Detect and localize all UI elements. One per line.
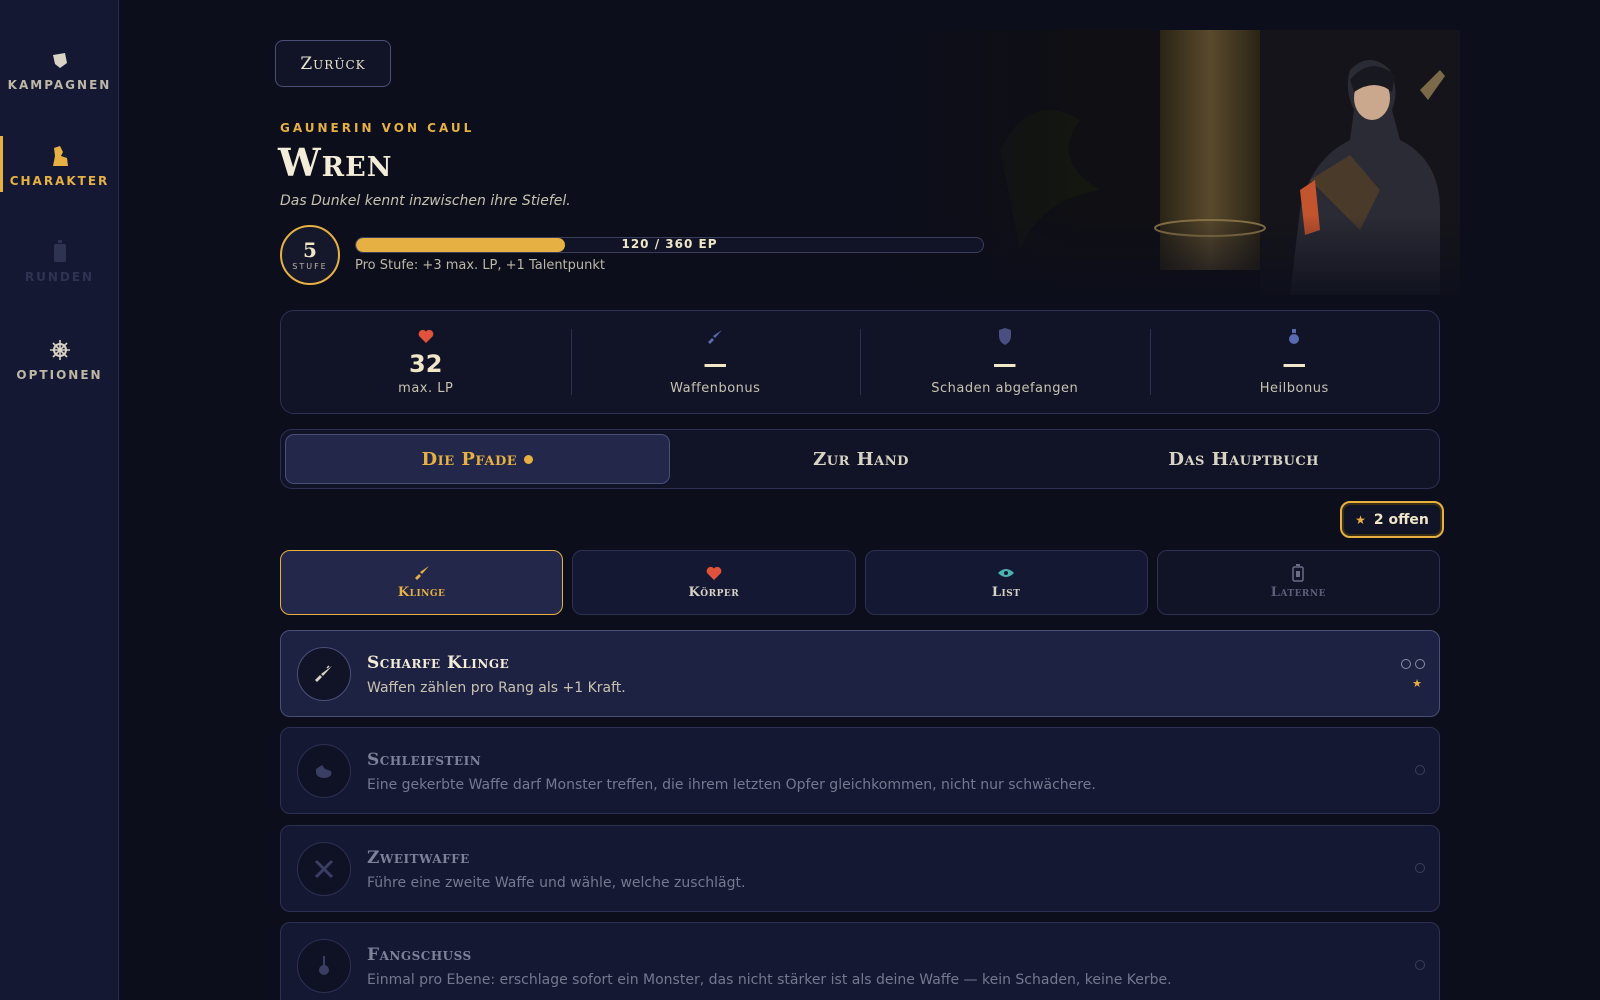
shield-icon bbox=[997, 328, 1013, 345]
character-subtitle: GAUNERIN VON CAUL bbox=[280, 121, 475, 135]
talent-name: Scharfe Klinge bbox=[367, 653, 510, 673]
lantern-icon bbox=[1290, 564, 1306, 582]
rank-dot bbox=[1415, 659, 1425, 669]
character-portrait bbox=[880, 30, 1460, 295]
path-tab-label: Körper bbox=[688, 585, 740, 600]
open-points-badge: ★ 2 offen bbox=[1340, 501, 1444, 538]
stat-value: — bbox=[703, 349, 728, 378]
talent-name: Schleifstein bbox=[367, 750, 482, 770]
eye-icon bbox=[998, 565, 1015, 581]
rank-dot bbox=[1415, 765, 1425, 775]
sidebar-item-label: CHARAKTER bbox=[9, 174, 110, 188]
sword-icon bbox=[707, 329, 723, 345]
notification-dot bbox=[524, 454, 534, 464]
path-tab-label: List bbox=[991, 585, 1021, 600]
stat-value: — bbox=[1282, 349, 1307, 378]
stat-label: Schaden abgefangen bbox=[931, 380, 1079, 396]
talent-description: Eine gekerbte Waffe darf Monster treffen… bbox=[367, 777, 1096, 793]
talent-description: Einmal pro Ebene: erschlage sofort ein M… bbox=[367, 972, 1172, 988]
sidebar-item-charakter[interactable]: CHARAKTER bbox=[0, 136, 119, 204]
star-icon: ★ bbox=[1355, 512, 1366, 527]
talent-name: Zweitwaffe bbox=[367, 848, 470, 868]
talent-description: Waffen zählen pro Rang als +1 Kraft. bbox=[367, 680, 626, 696]
heart-icon bbox=[418, 329, 434, 345]
lantern-icon bbox=[48, 240, 72, 264]
main-tabs: Die Pfade Zur Hand Das Hauptbuch bbox=[280, 429, 1440, 489]
wheel-icon bbox=[48, 338, 72, 362]
star-icon: ★ bbox=[1412, 677, 1422, 690]
character-name: Wren bbox=[278, 140, 393, 185]
path-tab-list[interactable]: List bbox=[864, 550, 1148, 615]
sidebar-item-label: KAMPAGNEN bbox=[7, 78, 112, 92]
talent-item-schleifstein[interactable]: Schleifstein Eine gekerbte Waffe darf Mo… bbox=[280, 727, 1440, 814]
sidebar-item-label: OPTIONEN bbox=[16, 368, 103, 382]
level-number: 5 bbox=[303, 237, 317, 262]
cards-icon bbox=[48, 48, 72, 72]
talent-item-fangschuss[interactable]: Fangschuss Einmal pro Ebene: erschlage s… bbox=[280, 922, 1440, 1000]
xp-progress-bar: 120 / 360 EP bbox=[355, 237, 984, 253]
dagger-icon bbox=[297, 939, 351, 993]
sword-icon bbox=[414, 565, 430, 581]
stat-label: max. LP bbox=[398, 380, 454, 396]
rank-indicator bbox=[1415, 863, 1425, 873]
stat-damage-absorbed: — Schaden abgefangen bbox=[860, 311, 1150, 413]
path-tab-koerper[interactable]: Körper bbox=[572, 550, 856, 615]
talent-item-zweitwaffe[interactable]: Zweitwaffe Führe eine zweite Waffe und w… bbox=[280, 825, 1440, 912]
tab-zur-hand[interactable]: Zur Hand bbox=[670, 434, 1053, 484]
tab-die-pfade[interactable]: Die Pfade bbox=[285, 434, 670, 484]
open-points-text: 2 offen bbox=[1373, 511, 1429, 528]
stat-value: 32 bbox=[409, 349, 443, 378]
rank-indicator bbox=[1401, 659, 1425, 669]
sharp-blade-icon bbox=[297, 647, 351, 701]
sidebar-item-label: RUNDEN bbox=[24, 270, 95, 284]
heart-icon bbox=[706, 565, 722, 581]
stat-max-lp: 32 max. LP bbox=[281, 311, 571, 413]
rank-dot bbox=[1415, 863, 1425, 873]
stat-label: Heilbonus bbox=[1259, 380, 1329, 396]
per-level-info: Pro Stufe: +3 max. LP, +1 Talentpunkt bbox=[355, 258, 606, 273]
sidebar-item-optionen[interactable]: OPTIONEN bbox=[0, 338, 119, 398]
talent-name: Fangschuss bbox=[367, 945, 472, 965]
tab-das-hauptbuch[interactable]: Das Hauptbuch bbox=[1052, 434, 1435, 484]
level-badge: 5 STUFE bbox=[280, 225, 340, 285]
sidebar-item-runden[interactable]: RUNDEN bbox=[0, 240, 119, 300]
sidebar-item-kampagnen[interactable]: KAMPAGNEN bbox=[0, 48, 119, 108]
talent-item-scharfe-klinge[interactable]: Scharfe Klinge Waffen zählen pro Rang al… bbox=[280, 630, 1440, 717]
path-tabs: Klinge Körper List Laterne bbox=[280, 550, 1440, 615]
path-tab-label: Klinge bbox=[397, 585, 446, 600]
rank-indicator bbox=[1415, 765, 1425, 775]
potion-icon bbox=[1286, 328, 1302, 345]
rank-indicator bbox=[1415, 960, 1425, 970]
back-button[interactable]: Zurück bbox=[275, 40, 391, 87]
whetstone-icon bbox=[297, 744, 351, 798]
sidebar: KAMPAGNEN CHARAKTER RUNDEN OPTIONEN bbox=[0, 0, 119, 1000]
tab-label: Zur Hand bbox=[813, 448, 909, 470]
character-icon bbox=[48, 144, 72, 168]
path-tab-laterne[interactable]: Laterne bbox=[1156, 550, 1440, 615]
stat-weapon-bonus: — Waffenbonus bbox=[570, 311, 861, 413]
character-flavor-text: Das Dunkel kennt inzwischen ihre Stiefel… bbox=[280, 193, 571, 209]
stats-panel: 32 max. LP — Waffenbonus — Schaden abgef… bbox=[280, 310, 1440, 414]
path-tab-label: Laterne bbox=[1270, 585, 1326, 600]
rank-dot bbox=[1401, 659, 1411, 669]
talent-description: Führe eine zweite Waffe und wähle, welch… bbox=[367, 875, 746, 891]
tab-label: Das Hauptbuch bbox=[1168, 448, 1320, 470]
tab-label: Die Pfade bbox=[421, 448, 518, 470]
path-tab-klinge[interactable]: Klinge bbox=[280, 550, 564, 615]
xp-text: 120 / 360 EP bbox=[621, 237, 718, 251]
crossed-swords-icon bbox=[297, 842, 351, 896]
level-label: STUFE bbox=[292, 261, 328, 271]
rank-dot bbox=[1415, 960, 1425, 970]
stat-value: — bbox=[992, 349, 1017, 378]
stat-heal-bonus: — Heilbonus bbox=[1149, 311, 1440, 413]
stat-label: Waffenbonus bbox=[670, 380, 761, 396]
